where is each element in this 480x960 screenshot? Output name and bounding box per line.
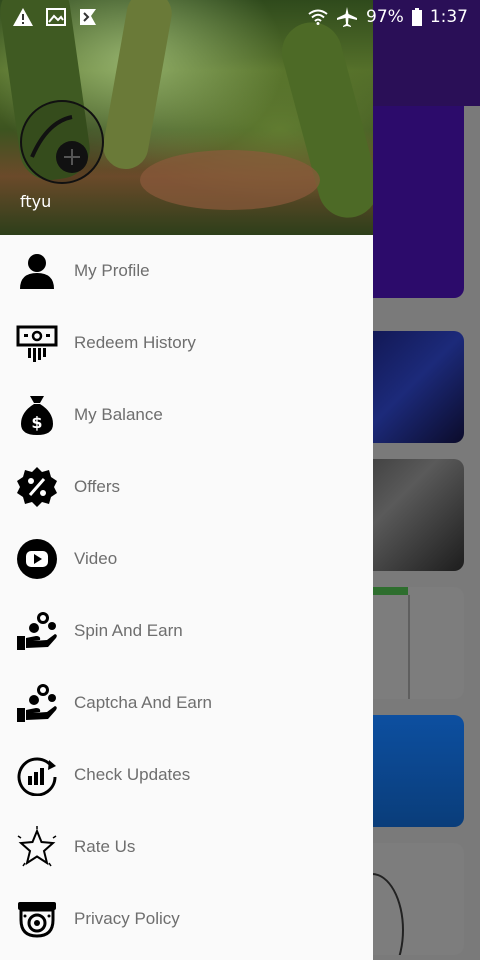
star-icon bbox=[15, 825, 59, 869]
battery-percent: 97% bbox=[366, 7, 404, 27]
battery-icon bbox=[411, 8, 422, 26]
airplane-icon bbox=[337, 7, 358, 27]
money-bag-icon: $ bbox=[15, 393, 59, 437]
svg-text:$: $ bbox=[31, 413, 42, 432]
percent-badge-icon bbox=[15, 465, 59, 509]
warning-icon bbox=[13, 8, 33, 26]
menu-item-video[interactable]: Video bbox=[0, 523, 373, 595]
play-icon bbox=[15, 537, 59, 581]
menu-item-label: Privacy Policy bbox=[74, 909, 180, 928]
menu-item-label: Spin And Earn bbox=[74, 621, 183, 640]
image-icon bbox=[46, 8, 66, 26]
menu-item-rate-us[interactable]: Rate Us bbox=[0, 811, 373, 883]
user-name: ftyu bbox=[20, 192, 52, 211]
menu-item-label: Video bbox=[74, 549, 118, 568]
menu-item-offers[interactable]: Offers bbox=[0, 451, 373, 523]
menu-item-label: Offers bbox=[74, 477, 120, 496]
menu-item-check-updates[interactable]: Check Updates bbox=[0, 739, 373, 811]
money-icon bbox=[15, 321, 59, 365]
menu-item-label: My Balance bbox=[74, 405, 163, 424]
hand-coins-icon bbox=[15, 609, 59, 653]
wifi-icon bbox=[308, 9, 328, 25]
avatar[interactable] bbox=[20, 100, 104, 184]
menu-item-redeem-history[interactable]: Redeem History bbox=[0, 307, 373, 379]
menu-item-label: Rate Us bbox=[74, 837, 136, 856]
menu-item-privacy-policy[interactable]: Privacy Policy bbox=[0, 883, 373, 955]
flag-icon bbox=[80, 9, 96, 25]
drawer-menu: My Profile Redeem History $ My Balance O… bbox=[0, 235, 373, 955]
clock: 1:37 bbox=[429, 7, 468, 27]
menu-item-label: Captcha And Earn bbox=[74, 693, 212, 712]
drawer-header: ftyu bbox=[0, 0, 373, 235]
camera-icon bbox=[15, 897, 59, 941]
hand-coins-icon bbox=[15, 681, 59, 725]
menu-item-spin-and-earn[interactable]: Spin And Earn bbox=[0, 595, 373, 667]
menu-item-label: Check Updates bbox=[74, 765, 191, 784]
menu-item-label: My Profile bbox=[74, 261, 150, 280]
status-bar: 97% 1:37 bbox=[0, 0, 480, 34]
menu-item-captcha-and-earn[interactable]: Captcha And Earn bbox=[0, 667, 373, 739]
person-icon bbox=[15, 249, 59, 293]
menu-item-my-balance[interactable]: $ My Balance bbox=[0, 379, 373, 451]
update-chart-icon bbox=[15, 753, 59, 797]
navigation-drawer: ftyu My Profile Redeem History $ My Bala… bbox=[0, 0, 373, 960]
menu-item-label: Redeem History bbox=[74, 333, 196, 352]
menu-item-my-profile[interactable]: My Profile bbox=[0, 235, 373, 307]
avatar-image bbox=[30, 115, 88, 173]
